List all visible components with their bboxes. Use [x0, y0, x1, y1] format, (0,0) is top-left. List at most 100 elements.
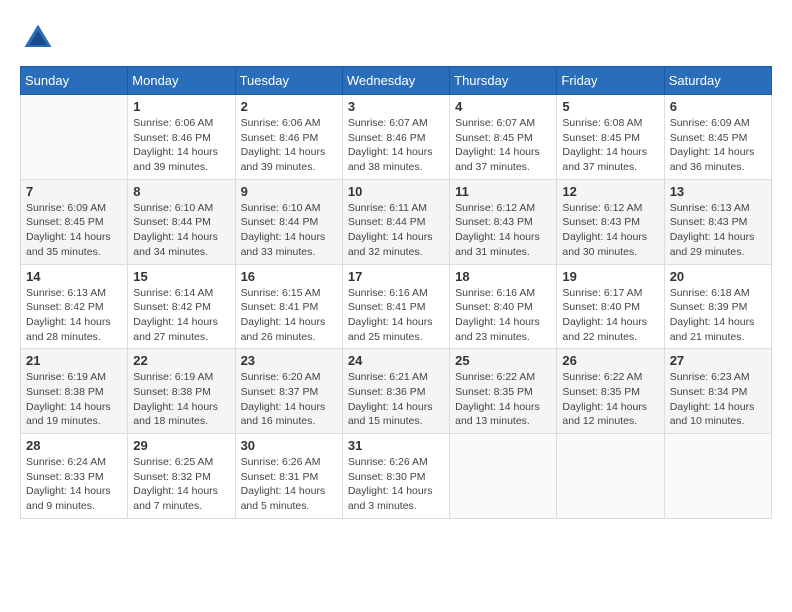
- day-info: Sunrise: 6:13 AM Sunset: 8:42 PM Dayligh…: [26, 286, 122, 345]
- weekday-header: Wednesday: [342, 67, 449, 95]
- day-number: 13: [670, 184, 766, 199]
- calendar-cell: 3 Sunrise: 6:07 AM Sunset: 8:46 PM Daylig…: [342, 95, 449, 180]
- day-info: Sunrise: 6:19 AM Sunset: 8:38 PM Dayligh…: [133, 370, 229, 429]
- calendar-cell: 7Sunrise: 6:09 AM Sunset: 8:45 PM Daylig…: [21, 179, 128, 264]
- day-number: 15: [133, 269, 229, 284]
- day-info: Sunrise: 6:22 AM Sunset: 8:35 PM Dayligh…: [562, 370, 658, 429]
- calendar-cell: 23 Sunrise: 6:20 AM Sunset: 8:37 PM Dayli…: [235, 349, 342, 434]
- day-number: 26: [562, 353, 658, 368]
- day-info: Sunrise: 6:24 AM Sunset: 8:33 PM Dayligh…: [26, 455, 122, 514]
- calendar-week-row: 14 Sunrise: 6:13 AM Sunset: 8:42 PM Dayli…: [21, 264, 772, 349]
- day-info: Sunrise: 6:15 AM Sunset: 8:41 PM Dayligh…: [241, 286, 337, 345]
- weekday-header: Sunday: [21, 67, 128, 95]
- weekday-header: Saturday: [664, 67, 771, 95]
- day-number: 20: [670, 269, 766, 284]
- day-info: Sunrise: 6:22 AM Sunset: 8:35 PM Dayligh…: [455, 370, 551, 429]
- day-info: Sunrise: 6:09 AM Sunset: 8:45 PM Dayligh…: [670, 116, 766, 175]
- day-info: Sunrise: 6:07 AM Sunset: 8:45 PM Dayligh…: [455, 116, 551, 175]
- day-number: 24: [348, 353, 444, 368]
- calendar-cell: 22 Sunrise: 6:19 AM Sunset: 8:38 PM Dayli…: [128, 349, 235, 434]
- day-info: Sunrise: 6:09 AM Sunset: 8:45 PM Dayligh…: [26, 201, 122, 260]
- calendar-cell: 25 Sunrise: 6:22 AM Sunset: 8:35 PM Dayli…: [450, 349, 557, 434]
- day-info: Sunrise: 6:23 AM Sunset: 8:34 PM Dayligh…: [670, 370, 766, 429]
- calendar-cell: 14 Sunrise: 6:13 AM Sunset: 8:42 PM Dayli…: [21, 264, 128, 349]
- calendar-cell: [450, 434, 557, 519]
- day-number: 22: [133, 353, 229, 368]
- day-info: Sunrise: 6:26 AM Sunset: 8:30 PM Dayligh…: [348, 455, 444, 514]
- day-info: Sunrise: 6:14 AM Sunset: 8:42 PM Dayligh…: [133, 286, 229, 345]
- calendar-cell: 20Sunrise: 6:18 AM Sunset: 8:39 PM Dayli…: [664, 264, 771, 349]
- day-number: 27: [670, 353, 766, 368]
- day-number: 18: [455, 269, 551, 284]
- calendar-cell: 19Sunrise: 6:17 AM Sunset: 8:40 PM Dayli…: [557, 264, 664, 349]
- calendar-cell: 8 Sunrise: 6:10 AM Sunset: 8:44 PM Daylig…: [128, 179, 235, 264]
- calendar-week-row: 28Sunrise: 6:24 AM Sunset: 8:33 PM Dayli…: [21, 434, 772, 519]
- calendar-cell: 5 Sunrise: 6:08 AM Sunset: 8:45 PM Daylig…: [557, 95, 664, 180]
- day-number: 2: [241, 99, 337, 114]
- day-number: 8: [133, 184, 229, 199]
- calendar-week-row: 1 Sunrise: 6:06 AM Sunset: 8:46 PM Daylig…: [21, 95, 772, 180]
- day-number: 29: [133, 438, 229, 453]
- day-info: Sunrise: 6:06 AM Sunset: 8:46 PM Dayligh…: [241, 116, 337, 175]
- day-info: Sunrise: 6:10 AM Sunset: 8:44 PM Dayligh…: [133, 201, 229, 260]
- calendar-table: SundayMondayTuesdayWednesdayThursdayFrid…: [20, 66, 772, 519]
- calendar-cell: 24 Sunrise: 6:21 AM Sunset: 8:36 PM Dayli…: [342, 349, 449, 434]
- day-info: Sunrise: 6:20 AM Sunset: 8:37 PM Dayligh…: [241, 370, 337, 429]
- day-info: Sunrise: 6:08 AM Sunset: 8:45 PM Dayligh…: [562, 116, 658, 175]
- day-number: 31: [348, 438, 444, 453]
- calendar-cell: 28Sunrise: 6:24 AM Sunset: 8:33 PM Dayli…: [21, 434, 128, 519]
- calendar-cell: [21, 95, 128, 180]
- calendar-cell: 21 Sunrise: 6:19 AM Sunset: 8:38 PM Dayli…: [21, 349, 128, 434]
- calendar-cell: 27 Sunrise: 6:23 AM Sunset: 8:34 PM Dayli…: [664, 349, 771, 434]
- day-info: Sunrise: 6:11 AM Sunset: 8:44 PM Dayligh…: [348, 201, 444, 260]
- day-info: Sunrise: 6:13 AM Sunset: 8:43 PM Dayligh…: [670, 201, 766, 260]
- calendar-cell: 31 Sunrise: 6:26 AM Sunset: 8:30 PM Dayli…: [342, 434, 449, 519]
- calendar-cell: 13 Sunrise: 6:13 AM Sunset: 8:43 PM Dayli…: [664, 179, 771, 264]
- calendar-week-row: 7Sunrise: 6:09 AM Sunset: 8:45 PM Daylig…: [21, 179, 772, 264]
- logo: [20, 20, 60, 56]
- weekday-header: Friday: [557, 67, 664, 95]
- day-info: Sunrise: 6:19 AM Sunset: 8:38 PM Dayligh…: [26, 370, 122, 429]
- calendar-cell: 6Sunrise: 6:09 AM Sunset: 8:45 PM Daylig…: [664, 95, 771, 180]
- day-info: Sunrise: 6:21 AM Sunset: 8:36 PM Dayligh…: [348, 370, 444, 429]
- calendar-cell: 15 Sunrise: 6:14 AM Sunset: 8:42 PM Dayli…: [128, 264, 235, 349]
- day-number: 25: [455, 353, 551, 368]
- day-info: Sunrise: 6:12 AM Sunset: 8:43 PM Dayligh…: [455, 201, 551, 260]
- day-info: Sunrise: 6:16 AM Sunset: 8:40 PM Dayligh…: [455, 286, 551, 345]
- calendar-cell: 9 Sunrise: 6:10 AM Sunset: 8:44 PM Daylig…: [235, 179, 342, 264]
- day-number: 23: [241, 353, 337, 368]
- day-number: 1: [133, 99, 229, 114]
- day-number: 21: [26, 353, 122, 368]
- calendar-cell: 11 Sunrise: 6:12 AM Sunset: 8:43 PM Dayli…: [450, 179, 557, 264]
- day-info: Sunrise: 6:10 AM Sunset: 8:44 PM Dayligh…: [241, 201, 337, 260]
- calendar-cell: 26 Sunrise: 6:22 AM Sunset: 8:35 PM Dayli…: [557, 349, 664, 434]
- day-number: 10: [348, 184, 444, 199]
- day-info: Sunrise: 6:12 AM Sunset: 8:43 PM Dayligh…: [562, 201, 658, 260]
- calendar-cell: 10 Sunrise: 6:11 AM Sunset: 8:44 PM Dayli…: [342, 179, 449, 264]
- day-info: Sunrise: 6:17 AM Sunset: 8:40 PM Dayligh…: [562, 286, 658, 345]
- calendar-cell: 1Sunrise: 6:06 AM Sunset: 8:46 PM Daylig…: [128, 95, 235, 180]
- calendar-cell: [664, 434, 771, 519]
- day-number: 12: [562, 184, 658, 199]
- day-number: 9: [241, 184, 337, 199]
- day-info: Sunrise: 6:07 AM Sunset: 8:46 PM Dayligh…: [348, 116, 444, 175]
- day-number: 5: [562, 99, 658, 114]
- calendar-cell: 30Sunrise: 6:26 AM Sunset: 8:31 PM Dayli…: [235, 434, 342, 519]
- day-number: 4: [455, 99, 551, 114]
- day-number: 3: [348, 99, 444, 114]
- calendar-cell: 17Sunrise: 6:16 AM Sunset: 8:41 PM Dayli…: [342, 264, 449, 349]
- day-number: 14: [26, 269, 122, 284]
- calendar-cell: 4 Sunrise: 6:07 AM Sunset: 8:45 PM Daylig…: [450, 95, 557, 180]
- day-number: 11: [455, 184, 551, 199]
- calendar-cell: 12 Sunrise: 6:12 AM Sunset: 8:43 PM Dayli…: [557, 179, 664, 264]
- calendar-cell: 18 Sunrise: 6:16 AM Sunset: 8:40 PM Dayli…: [450, 264, 557, 349]
- page-header: [20, 20, 772, 56]
- day-number: 17: [348, 269, 444, 284]
- calendar-body: 1 Sunrise: 6:06 AM Sunset: 8:46 PM Daylig…: [21, 95, 772, 519]
- calendar-week-row: 21 Sunrise: 6:19 AM Sunset: 8:38 PM Dayli…: [21, 349, 772, 434]
- calendar-cell: [557, 434, 664, 519]
- day-info: Sunrise: 6:26 AM Sunset: 8:31 PM Dayligh…: [241, 455, 337, 514]
- day-number: 16: [241, 269, 337, 284]
- calendar-cell: 16 Sunrise: 6:15 AM Sunset: 8:41 PM Dayli…: [235, 264, 342, 349]
- calendar-cell: 2 Sunrise: 6:06 AM Sunset: 8:46 PM Daylig…: [235, 95, 342, 180]
